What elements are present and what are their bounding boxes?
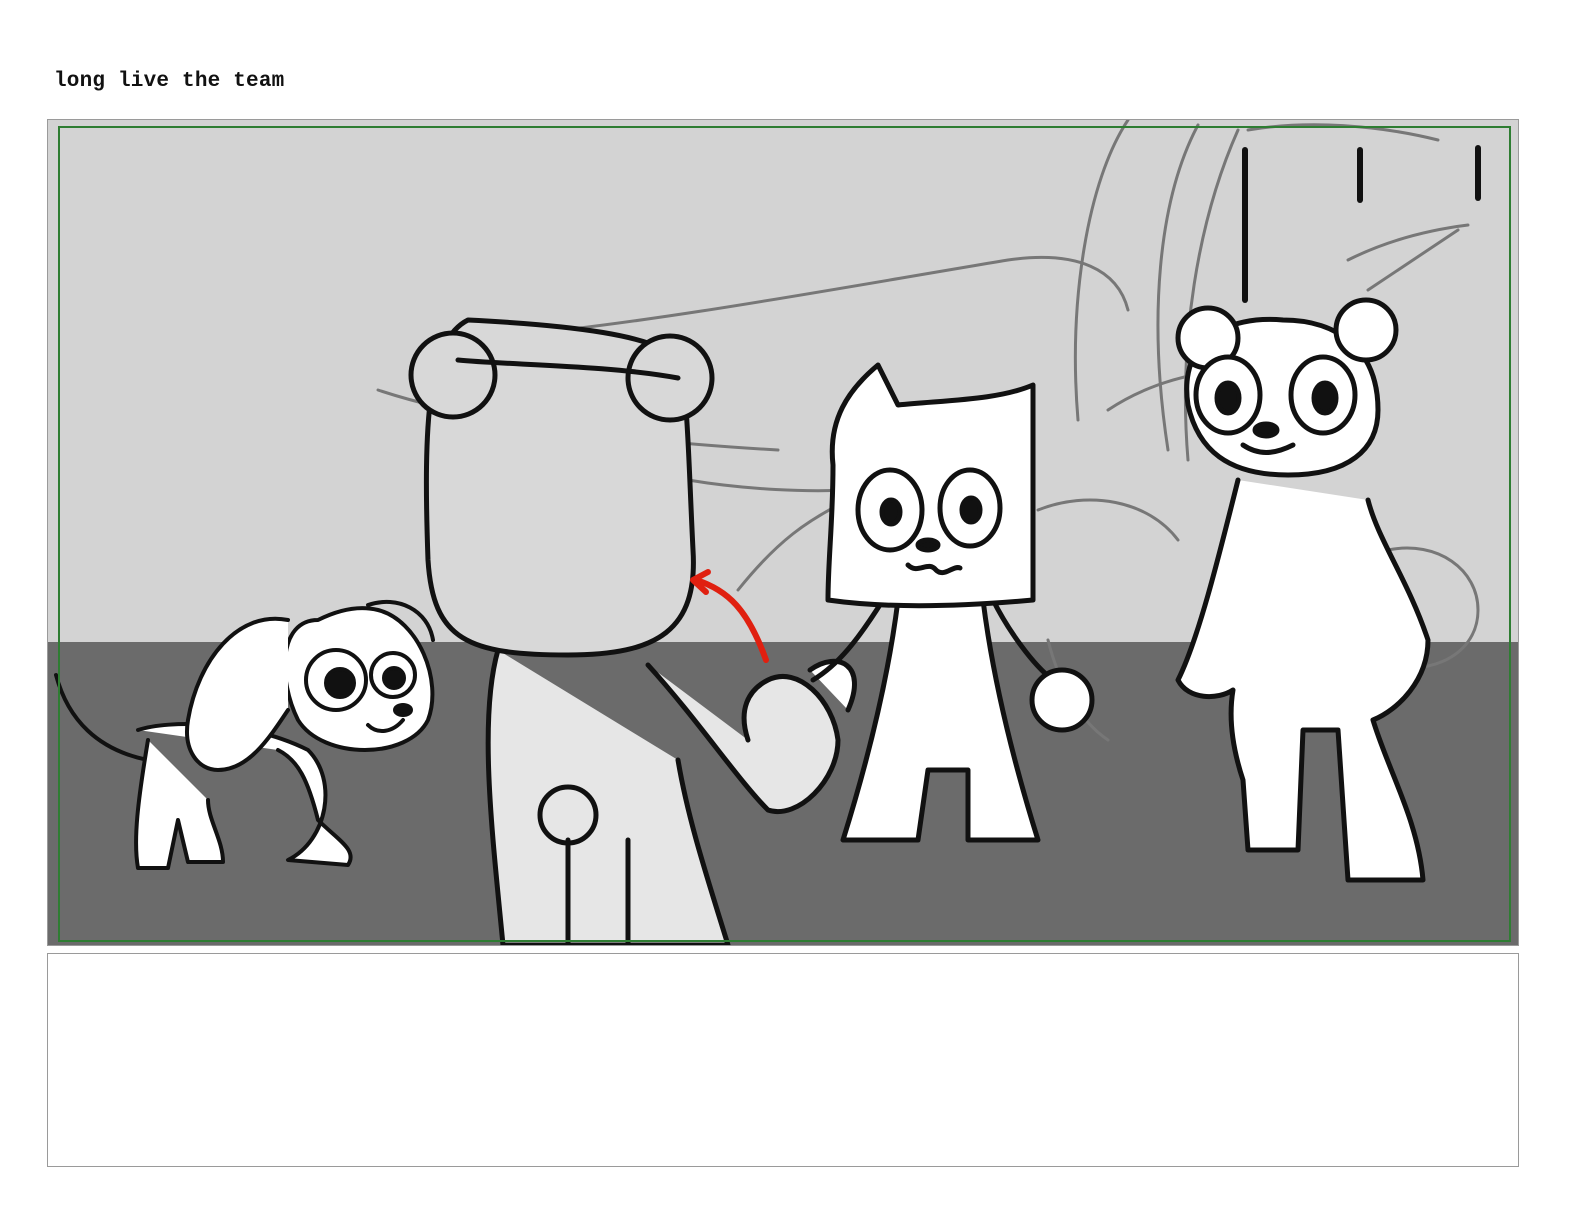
panel-drawing — [48, 120, 1518, 945]
storyboard-panel — [47, 119, 1519, 946]
notes-box[interactable] — [47, 953, 1519, 1167]
page-title: long live the team — [54, 70, 285, 93]
